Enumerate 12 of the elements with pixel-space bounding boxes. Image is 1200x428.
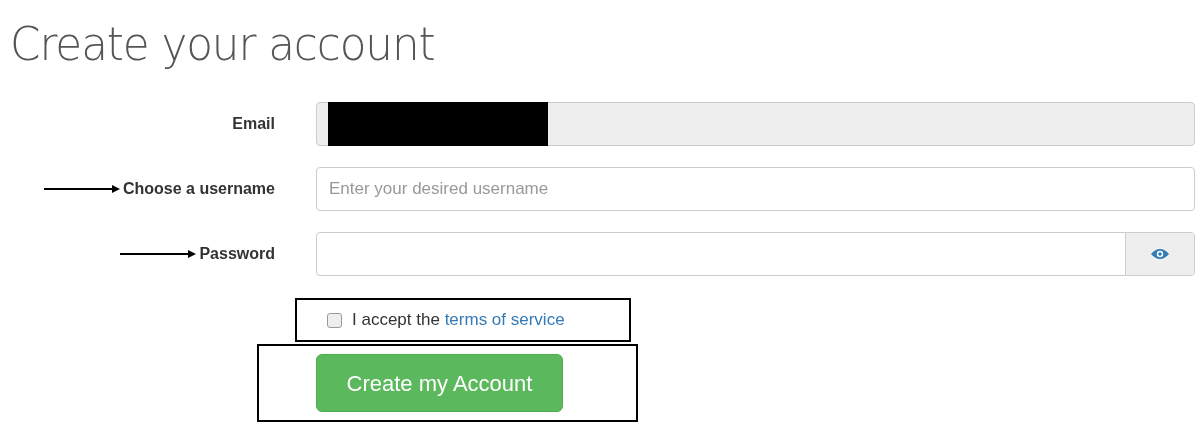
username-field[interactable]: Enter your desired username bbox=[316, 167, 1195, 211]
page-title: Create your account bbox=[10, 16, 436, 73]
field-label: Password bbox=[199, 244, 275, 264]
show-password-button[interactable] bbox=[1125, 233, 1194, 275]
password-field[interactable] bbox=[316, 232, 1195, 276]
create-account-button[interactable]: Create my Account bbox=[316, 354, 563, 412]
checkbox[interactable] bbox=[327, 312, 342, 328]
terms-text: I accept the terms of service bbox=[352, 309, 565, 332]
field-label: Email bbox=[232, 114, 275, 134]
terms-link[interactable]: terms of service bbox=[444, 310, 565, 330]
field-label: Choose a username bbox=[122, 179, 275, 199]
eye-icon bbox=[1151, 248, 1169, 260]
